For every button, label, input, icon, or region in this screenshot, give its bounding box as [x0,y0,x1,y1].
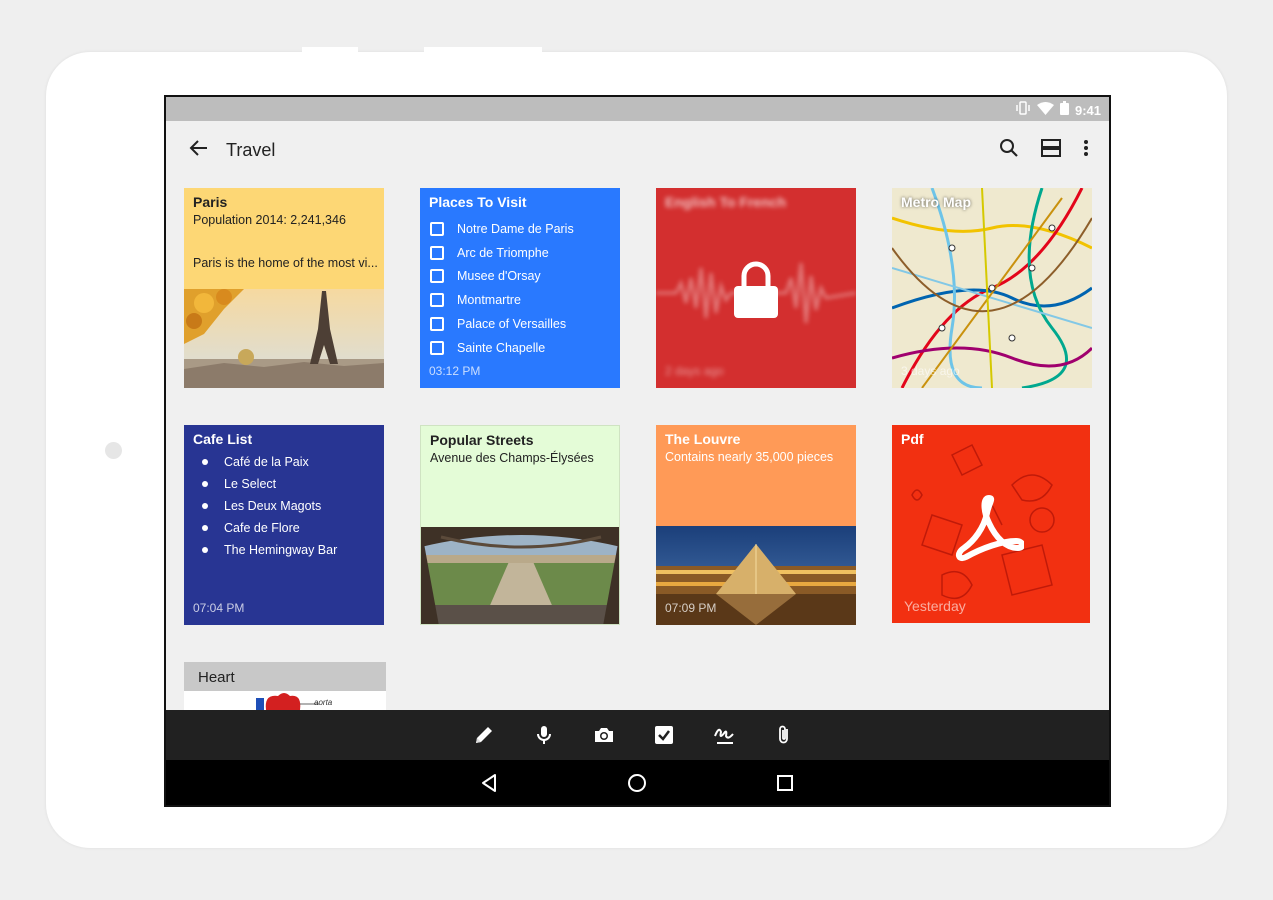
back-arrow-icon[interactable] [188,139,208,162]
note-title: Popular Streets [430,432,534,448]
status-bar: 9:41 [166,97,1109,121]
more-options-icon[interactable] [1083,139,1089,162]
bullet-list: Café de la Paix Le Select Les Deux Magot… [202,451,337,561]
checklist-item[interactable]: Montmartre [430,288,574,312]
note-card-paris[interactable]: Paris Population 2014: 2,241,346 Paris i… [184,188,384,388]
pencil-icon[interactable] [473,724,495,751]
list-item: Cafe de Flore [202,517,337,539]
adobe-pdf-icon [956,495,1024,561]
battery-icon [1059,101,1069,120]
checklist-item[interactable]: Notre Dame de Paris [430,217,574,241]
note-text: Population 2014: 2,241,346 [193,213,346,227]
note-timestamp: 2 days ago [665,364,724,378]
checklist-label: Montmartre [457,293,521,308]
checklist-label: Arc de Triomphe [457,245,549,260]
note-card-metro[interactable]: Metro Map 3 days ago [892,188,1092,388]
note-title: Cafe List [193,431,253,447]
note-timestamp: 07:04 PM [193,601,245,615]
status-time: 9:41 [1074,103,1101,118]
paperclip-icon[interactable] [773,724,795,751]
checklist-item[interactable]: Musee d'Orsay [430,265,574,289]
checklist-item[interactable]: Arc de Triomphe [430,241,574,265]
list-item-label: Les Deux Magots [224,499,322,513]
note-timestamp: 07:09 PM [665,601,717,615]
note-title: Heart [198,669,235,686]
list-item-label: Café de la Paix [224,455,309,469]
tablet-button [424,47,542,53]
note-text: Paris is the home of the most vi... [193,256,378,270]
note-card-pdf[interactable]: Pdf Yesterday [892,425,1090,623]
champs-de-mars-photo [421,527,619,624]
list-item-label: The Hemingway Bar [224,543,338,557]
note-text: Contains nearly 35,000 pieces [665,450,834,464]
view-toggle-icon[interactable] [1041,139,1061,162]
handwriting-icon[interactable] [713,724,735,751]
note-title: Paris [193,194,228,210]
note-card-louvre[interactable]: The Louvre Contains nearly 35,000 pieces… [656,425,856,625]
checkbox[interactable] [430,221,444,236]
list-item: The Hemingway Bar [202,539,337,561]
checkbox[interactable] [430,269,444,284]
note-timestamp: 03:12 PM [429,364,481,378]
note-title: Pdf [901,431,924,447]
metro-map-image [892,188,1092,388]
lock-icon [734,261,778,318]
checklist-item[interactable]: Palace of Versailles [430,312,574,336]
checkbox[interactable] [430,340,444,355]
checklist-label: Palace of Versailles [457,317,567,332]
note-card-streets[interactable]: Popular Streets Avenue des Champs-Élysée… [420,425,620,625]
list-item: Le Select [202,473,337,495]
note-title: Places To Visit [429,194,527,210]
eiffel-tower-photo [184,289,384,388]
wifi-icon [1036,101,1054,120]
note-timestamp: Yesterday [904,598,966,614]
vibrate-icon [1015,101,1031,120]
android-nav-bar [166,760,1109,805]
checkbox[interactable] [430,245,444,260]
tablet-camera [105,442,122,459]
page-title: Travel [226,140,276,160]
note-card-locked[interactable]: English To French 2 days ago [656,188,856,388]
note-card-places[interactable]: Places To Visit Notre Dame de Paris Arc … [420,188,620,388]
bottom-toolbar [166,710,1109,760]
tablet-button [302,47,358,53]
home-circle-icon[interactable] [627,773,647,798]
recents-square-icon[interactable] [775,773,795,798]
app-bar: Travel [166,121,1109,179]
camera-icon[interactable] [593,724,615,751]
back-triangle-icon[interactable] [479,773,499,798]
note-timestamp: 3 days ago [901,364,960,378]
list-item: Les Deux Magots [202,495,337,517]
note-title: Metro Map [901,194,971,210]
checkbox[interactable] [430,293,444,308]
heart-label: aorta [314,698,333,707]
note-title: The Louvre [665,431,741,447]
search-icon[interactable] [999,138,1019,163]
list-item-label: Cafe de Flore [224,521,300,535]
checklist-label: Notre Dame de Paris [457,221,574,236]
screen: 9:41 Travel Paris Population 2014: 2,241… [164,95,1111,807]
checklist-item[interactable]: Sainte Chapelle [430,336,574,360]
note-card-cafe[interactable]: Cafe List Café de la Paix Le Select Les … [184,425,384,625]
list-item: Café de la Paix [202,451,337,473]
checkbox-icon[interactable] [653,724,675,751]
checklist: Notre Dame de Paris Arc de Triomphe Muse… [430,217,574,360]
note-title: English To French [665,194,787,210]
note-card-heart[interactable]: Heart aorta [184,662,386,710]
microphone-icon[interactable] [533,724,555,751]
list-item-label: Le Select [224,477,277,491]
checklist-label: Sainte Chapelle [457,340,546,355]
note-text: Avenue des Champs-Élysées [430,451,594,465]
checklist-label: Musee d'Orsay [457,269,541,284]
checkbox[interactable] [430,317,444,332]
